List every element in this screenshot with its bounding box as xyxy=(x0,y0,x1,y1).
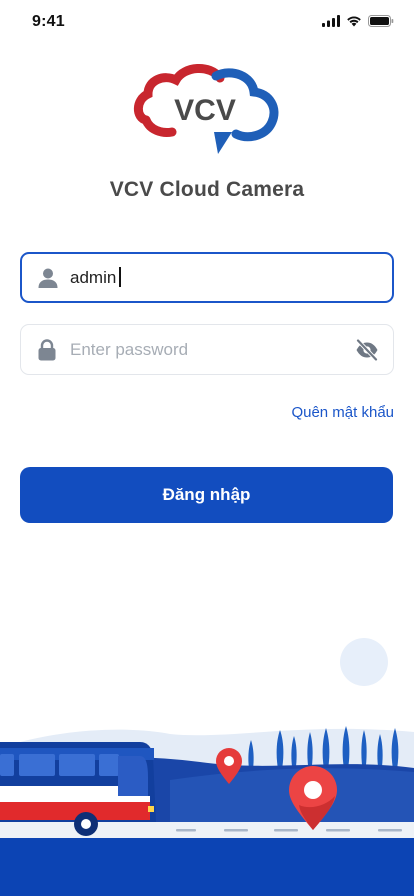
login-button[interactable]: Đăng nhập xyxy=(20,467,393,523)
battery-icon xyxy=(368,15,394,27)
status-icons xyxy=(322,15,394,27)
road xyxy=(0,822,414,838)
ground xyxy=(0,838,414,896)
status-bar: 9:41 xyxy=(0,0,414,44)
bus-icon xyxy=(0,742,156,836)
username-field[interactable] xyxy=(20,252,394,303)
bus-route-illustration xyxy=(0,638,414,896)
lock-icon xyxy=(36,338,58,361)
sun-circle xyxy=(340,638,388,686)
signal-icon xyxy=(322,15,340,27)
wifi-icon xyxy=(347,16,361,27)
status-time: 9:41 xyxy=(32,13,65,30)
password-field[interactable] xyxy=(20,324,394,375)
vcv-logo: VCV xyxy=(133,64,279,154)
logo-text: VCV xyxy=(174,94,236,127)
forgot-password-link[interactable]: Quên mật khẩu xyxy=(291,404,394,421)
app-title: VCV Cloud Camera xyxy=(109,178,305,201)
password-input[interactable] xyxy=(70,334,320,365)
username-input[interactable] xyxy=(70,262,320,293)
user-icon xyxy=(37,267,59,289)
text-caret xyxy=(119,267,121,287)
eye-off-icon[interactable] xyxy=(355,339,379,361)
